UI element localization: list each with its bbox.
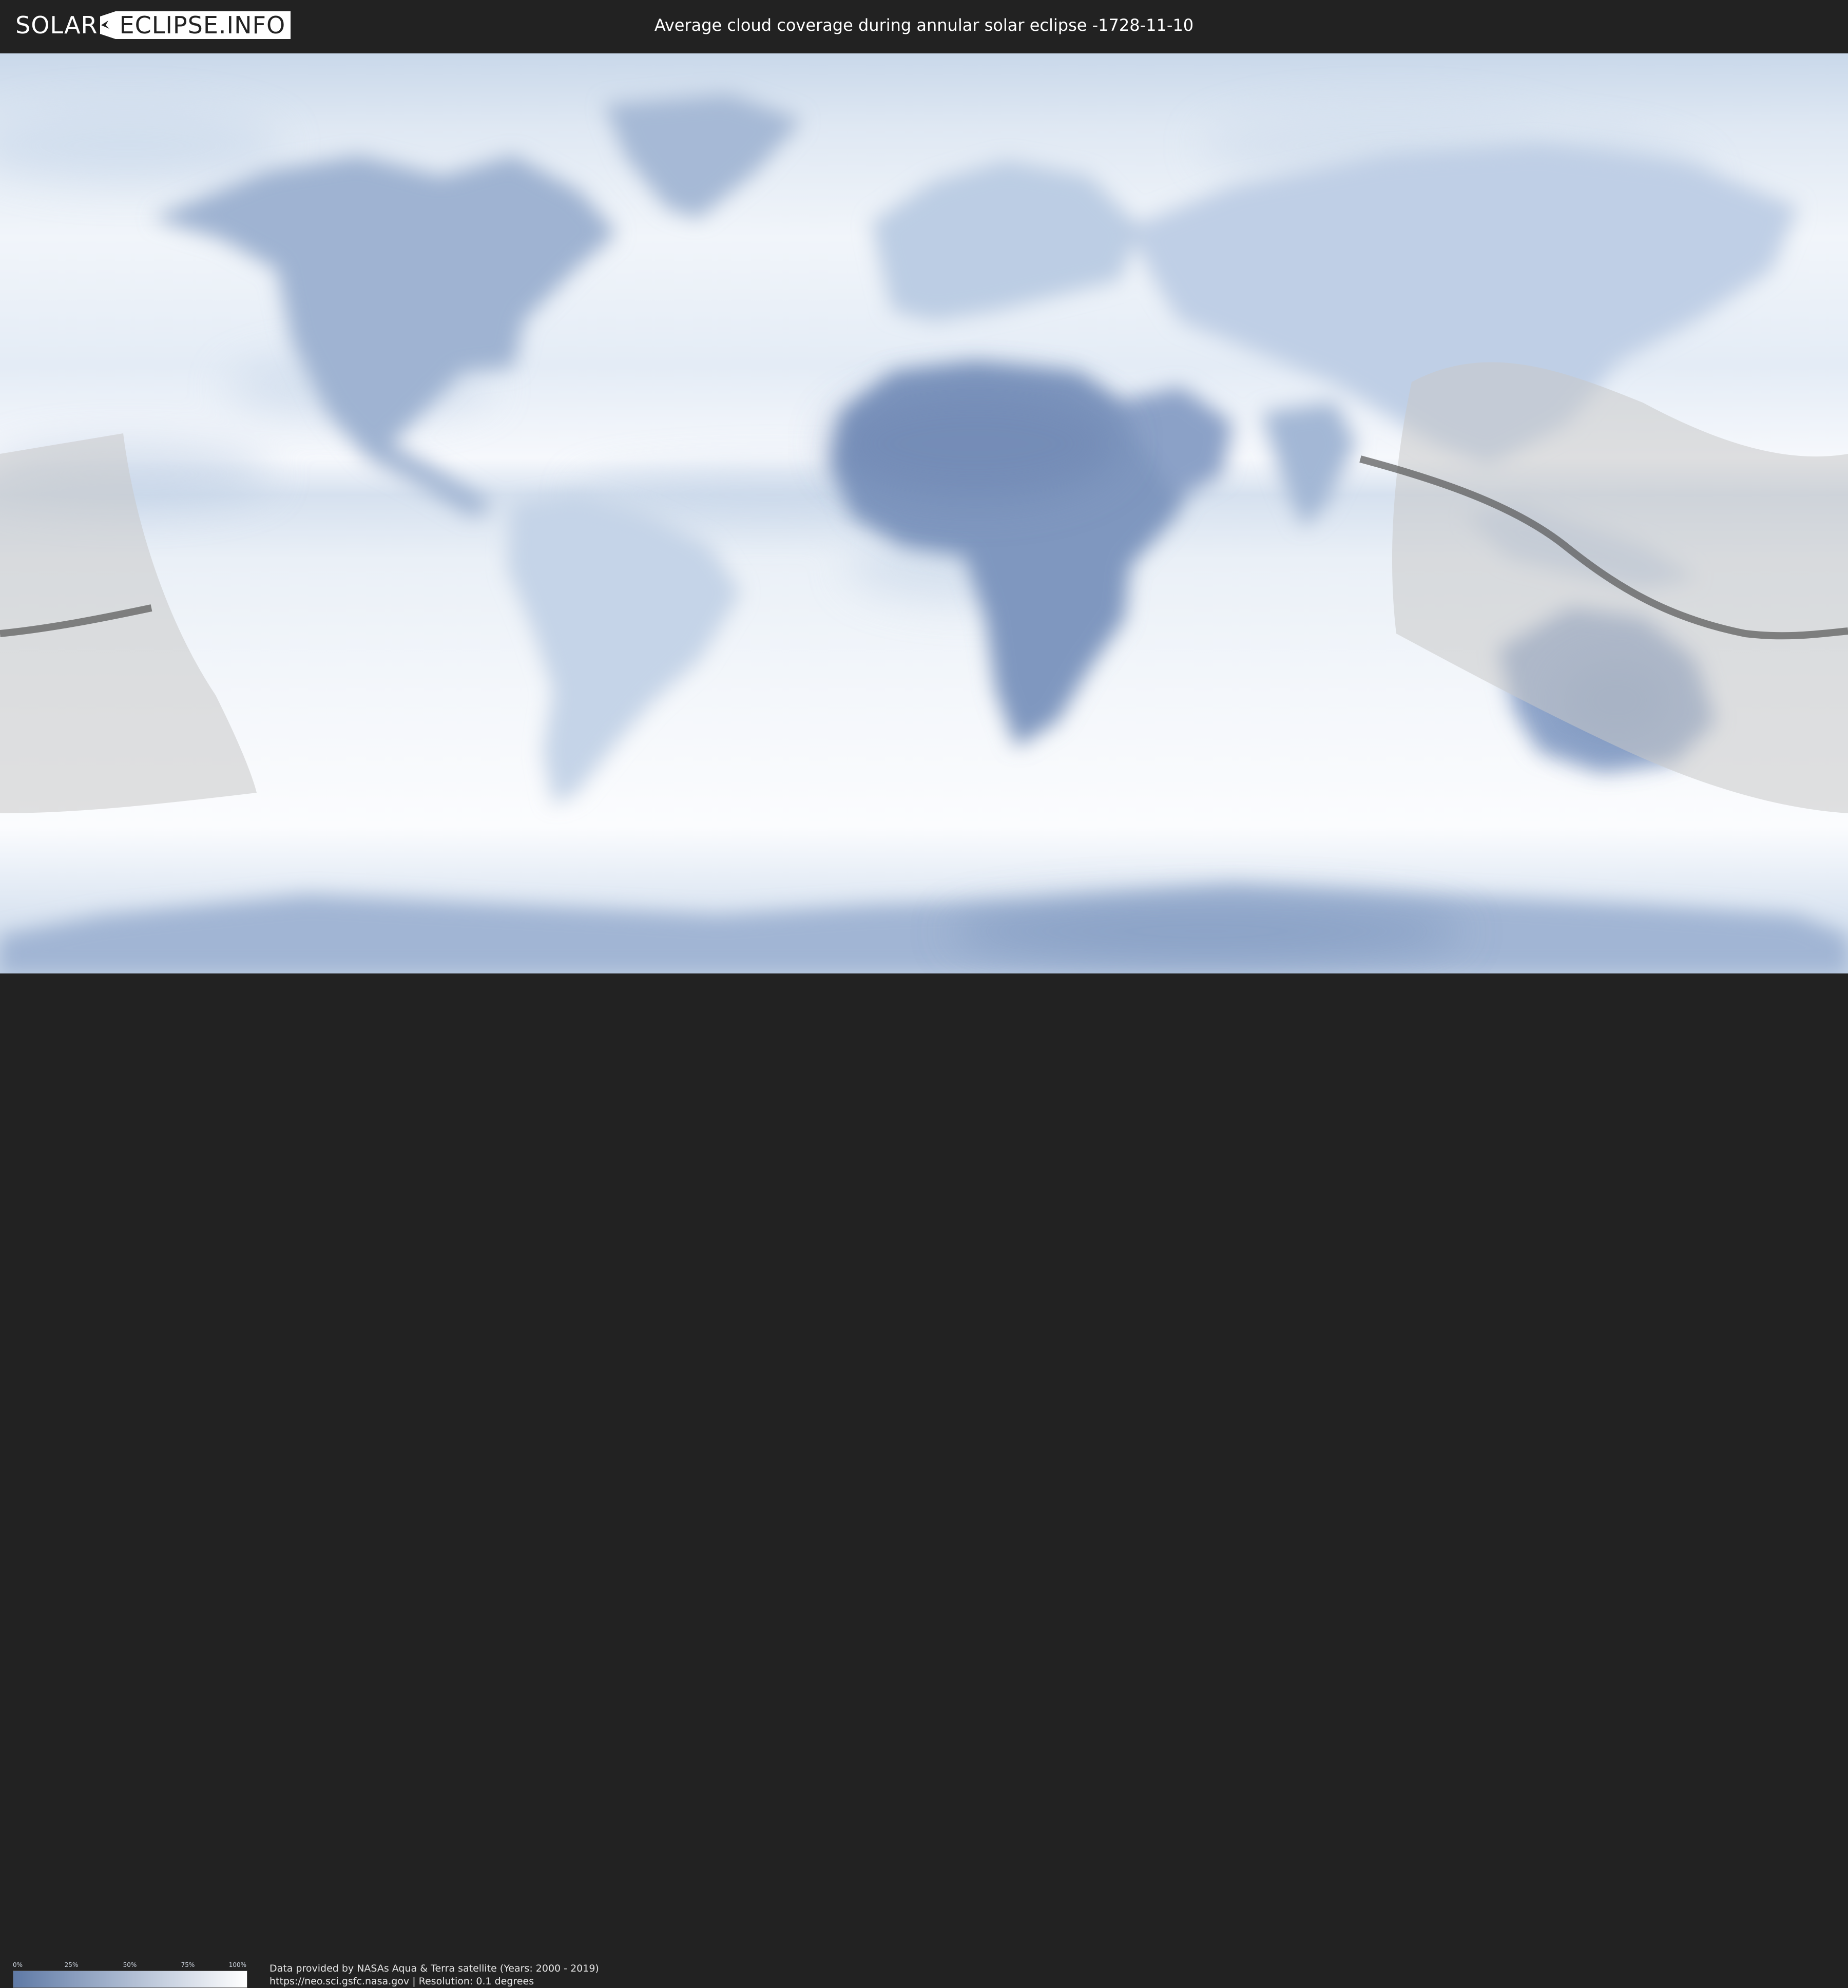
cloud-coverage-legend: 0% 25% 50% 75% 100%	[13, 1961, 247, 1988]
legend-tick-0: 0%	[13, 1961, 23, 1968]
cloud-coverage-map[interactable]	[0, 53, 1848, 973]
legend-ticks: 0% 25% 50% 75% 100%	[13, 1961, 246, 1968]
legend-tick-75: 75%	[181, 1961, 195, 1968]
legend-gradient-bar	[13, 1971, 247, 1988]
footer-bar: 0% 25% 50% 75% 100% Data provided by NAS…	[0, 973, 1848, 1988]
credits-line-1: Data provided by NASAs Aqua & Terra sate…	[270, 1963, 599, 1974]
credits-line-2[interactable]: https://neo.sci.gsfc.nasa.gov | Resoluti…	[270, 1975, 599, 1988]
data-credits: Data provided by NASAs Aqua & Terra sate…	[270, 1962, 599, 1988]
legend-tick-25: 25%	[64, 1961, 79, 1968]
legend-tick-50: 50%	[123, 1961, 137, 1968]
legend-tick-100: 100%	[228, 1961, 246, 1968]
header-bar: SOLAR ECLIPSE.INFO Average cloud coverag…	[0, 0, 1848, 51]
page-title: Average cloud coverage during annular so…	[654, 15, 1194, 35]
